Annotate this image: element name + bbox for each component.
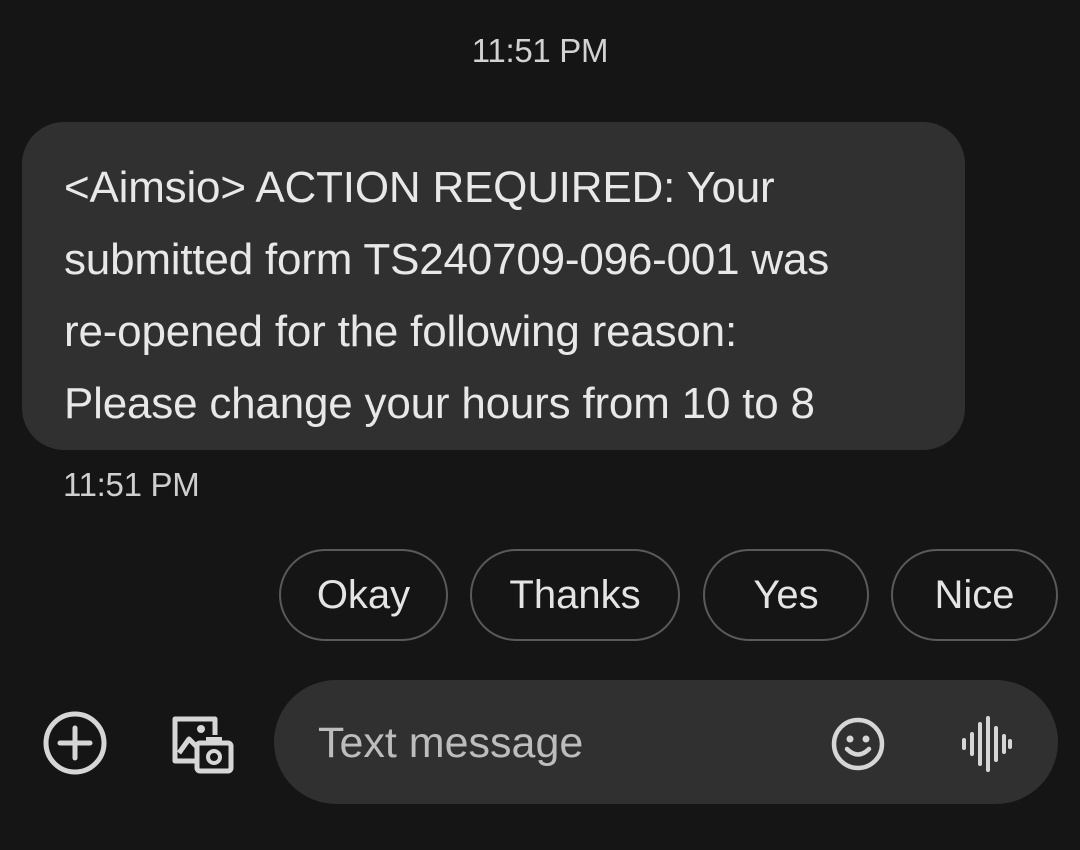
voice-waveform-icon xyxy=(962,716,1012,772)
message-bubble[interactable]: <Aimsio> ACTION REQUIRED: Your submitted… xyxy=(22,122,965,450)
emoji-icon xyxy=(831,717,885,771)
voice-message-button[interactable] xyxy=(954,712,1018,776)
smart-reply-nice[interactable]: Nice xyxy=(891,549,1058,641)
compose-bar xyxy=(274,680,1058,804)
message-timestamp: 11:51 PM xyxy=(63,466,200,503)
add-attachment-button[interactable] xyxy=(38,706,112,780)
message-text: <Aimsio> ACTION REQUIRED: Your submitted… xyxy=(64,163,830,428)
gallery-camera-icon xyxy=(172,716,234,774)
thread-timestamp: 11:51 PM xyxy=(471,32,609,69)
smart-reply-thanks[interactable]: Thanks xyxy=(470,549,680,641)
text-message-input[interactable] xyxy=(316,710,820,776)
emoji-button[interactable] xyxy=(826,712,890,776)
smart-reply-okay[interactable]: Okay xyxy=(279,549,448,641)
smart-reply-yes[interactable]: Yes xyxy=(703,549,869,641)
smart-reply-row: Okay Thanks Yes Nice xyxy=(0,549,1080,641)
add-circle-icon xyxy=(43,711,107,775)
gallery-button[interactable] xyxy=(162,706,238,782)
